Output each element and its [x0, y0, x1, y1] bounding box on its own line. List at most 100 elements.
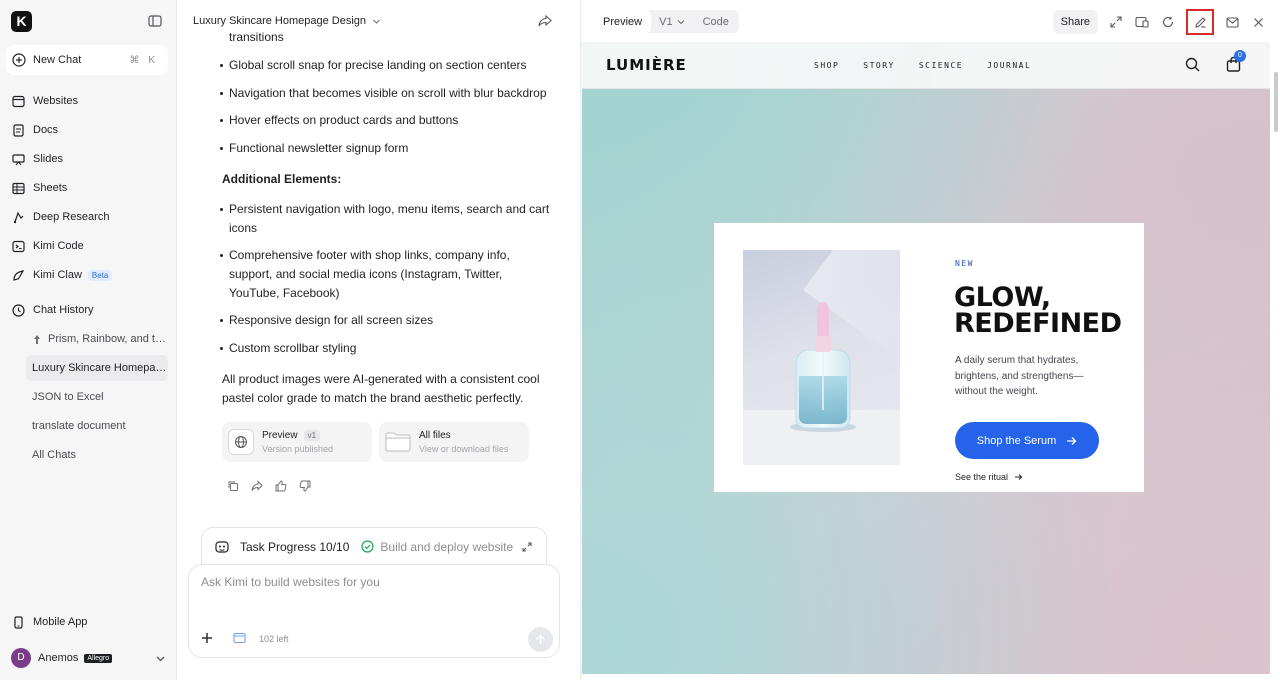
- sidebar-item-deep-research[interactable]: Deep Research: [6, 204, 168, 230]
- device-icon[interactable]: [1134, 10, 1150, 34]
- chat-history-label: Chat History: [33, 304, 94, 316]
- message-actions: [227, 480, 311, 492]
- site-nav: LUMIÈRE SHOP STORY SCIENCE JOURNAL 0: [582, 42, 1270, 89]
- sidebar-item-kimi-claw[interactable]: Kimi Claw Beta: [6, 262, 168, 288]
- share-icon[interactable]: [538, 14, 552, 28]
- thumbs-down-icon[interactable]: [299, 480, 311, 492]
- sidebar-item-label: Websites: [33, 95, 79, 107]
- version-label: V1: [659, 15, 673, 28]
- send-button[interactable]: [528, 627, 553, 652]
- chevron-down-icon: [677, 18, 685, 26]
- copy-icon[interactable]: [227, 480, 239, 492]
- message-text: transitions: [229, 30, 284, 44]
- share-button[interactable]: Share: [1052, 10, 1098, 34]
- refresh-icon[interactable]: [1160, 10, 1176, 34]
- plus-icon[interactable]: [201, 632, 213, 644]
- preview-card[interactable]: Preview v1 Version published: [222, 422, 372, 462]
- task-progress-bar[interactable]: Task Progress 10/10 Build and deploy web…: [201, 527, 547, 565]
- list-item: Responsive design for all screen sizes: [220, 311, 559, 330]
- arrow-right-icon: [1014, 473, 1023, 481]
- sidebar-item-kimi-code[interactable]: Kimi Code: [6, 233, 168, 259]
- sidebar: K New Chat ⌘ K Websites Docs Slides Shee…: [0, 0, 176, 680]
- site-menu-shop[interactable]: SHOP: [814, 61, 839, 70]
- site-brand-logo[interactable]: LUMIÈRE: [606, 56, 687, 74]
- version-select[interactable]: V1: [651, 16, 692, 28]
- scrollbar-thumb[interactable]: [1274, 72, 1278, 132]
- clock-icon: [12, 303, 25, 317]
- fullscreen-icon[interactable]: [1108, 10, 1124, 34]
- version-tag: v1: [303, 430, 321, 441]
- slides-icon: [12, 153, 25, 166]
- tab-code[interactable]: Code: [693, 16, 739, 28]
- history-item-label: translate document: [32, 420, 126, 432]
- see-ritual-link[interactable]: See the ritual: [955, 472, 1023, 482]
- sidebar-item-sheets[interactable]: Sheets: [6, 175, 168, 201]
- section-heading: Additional Elements:: [222, 172, 342, 186]
- close-icon[interactable]: [1250, 10, 1266, 34]
- sidebar-item-label: Kimi Code: [33, 240, 84, 252]
- chat-input-placeholder[interactable]: Ask Kimi to build websites for you: [201, 575, 380, 589]
- new-tag: NEW: [955, 259, 974, 268]
- website-mode-icon[interactable]: [233, 632, 246, 644]
- toolbar-actions: Share: [1052, 9, 1266, 35]
- website-preview: LUMIÈRE SHOP STORY SCIENCE JOURNAL 0 NEW…: [582, 42, 1270, 674]
- chevron-down-icon: [155, 653, 166, 664]
- hero-card: NEW GLOW, REDEFINED A daily serum that h…: [714, 223, 1144, 492]
- all-chats-link[interactable]: All Chats: [26, 442, 168, 468]
- arrow-right-icon: [1066, 436, 1077, 446]
- history-item-label: All Chats: [32, 449, 77, 461]
- chat-title-text: Luxury Skincare Homepage Design: [193, 15, 367, 27]
- all-files-card[interactable]: All files View or download files: [379, 422, 529, 462]
- site-menu-science[interactable]: SCIENCE: [919, 61, 963, 70]
- chat-composer[interactable]: Ask Kimi to build websites for you 102 l…: [188, 564, 560, 658]
- shop-serum-button[interactable]: Shop the Serum: [955, 422, 1099, 459]
- beta-badge: Beta: [87, 269, 113, 281]
- user-menu[interactable]: D Anemos Allegro: [11, 648, 166, 668]
- sidebar-item-websites[interactable]: Websites: [6, 88, 168, 114]
- credits-remaining: 102 left: [259, 634, 289, 644]
- history-item[interactable]: translate document: [26, 413, 168, 439]
- card-subtitle: View or download files: [419, 444, 509, 454]
- edit-pencil-icon[interactable]: [1186, 9, 1214, 35]
- preview-toolbar: Preview V1 Code Share: [582, 0, 1280, 42]
- expand-icon[interactable]: [522, 541, 532, 552]
- list-item: Navigation that becomes visible on scrol…: [220, 84, 559, 103]
- robot-icon: [214, 539, 230, 555]
- view-switcher: Preview V1 Code: [594, 10, 739, 33]
- hero-subtitle: A daily serum that hydrates, brightens, …: [955, 355, 1084, 397]
- sidebar-item-docs[interactable]: Docs: [6, 117, 168, 143]
- sidebar-item-slides[interactable]: Slides: [6, 146, 168, 172]
- folder-icon: [385, 429, 411, 455]
- site-menu-story[interactable]: STORY: [863, 61, 895, 70]
- preview-scrollbar[interactable]: [1271, 42, 1280, 674]
- site-menu-journal[interactable]: JOURNAL: [987, 61, 1031, 70]
- history-item[interactable]: JSON to Excel: [26, 384, 168, 410]
- research-icon: [12, 211, 25, 224]
- avatar: D: [11, 648, 31, 668]
- tab-preview[interactable]: Preview: [594, 10, 652, 33]
- new-chat-button[interactable]: New Chat ⌘ K: [6, 45, 168, 75]
- phone-icon: [12, 615, 25, 629]
- message-text: All product images were AI-generated wit…: [222, 372, 540, 405]
- history-item[interactable]: Prism, Rainbow, and the...: [26, 326, 168, 352]
- share-icon[interactable]: [251, 480, 263, 492]
- sidebar-item-label: Docs: [33, 124, 59, 136]
- sidebar-item-label: Sheets: [33, 182, 68, 194]
- task-progress-label: Task Progress 10/10: [240, 539, 350, 554]
- thumbs-up-icon[interactable]: [275, 480, 287, 492]
- search-icon[interactable]: [1185, 57, 1200, 72]
- kimi-logo[interactable]: K: [11, 11, 32, 32]
- chat-history-header[interactable]: Chat History: [6, 297, 168, 323]
- hero-headline: GLOW, REDEFINED: [954, 284, 1134, 339]
- headline-line-2: REDEFINED: [954, 308, 1122, 339]
- sidebar-item-label: Slides: [33, 153, 63, 165]
- sidebar-item-label: Kimi Claw: [33, 269, 82, 281]
- sidebar-toggle-icon[interactable]: [148, 14, 162, 28]
- ritual-label: See the ritual: [955, 472, 1009, 482]
- list-item: Custom scrollbar styling: [220, 339, 559, 358]
- mobile-app-link[interactable]: Mobile App: [6, 609, 168, 635]
- history-item-active[interactable]: Luxury Skincare Homepage...: [26, 355, 168, 381]
- serum-bottle-image: [743, 250, 900, 465]
- mail-icon[interactable]: [1224, 10, 1240, 34]
- chat-title[interactable]: Luxury Skincare Homepage Design: [193, 15, 381, 27]
